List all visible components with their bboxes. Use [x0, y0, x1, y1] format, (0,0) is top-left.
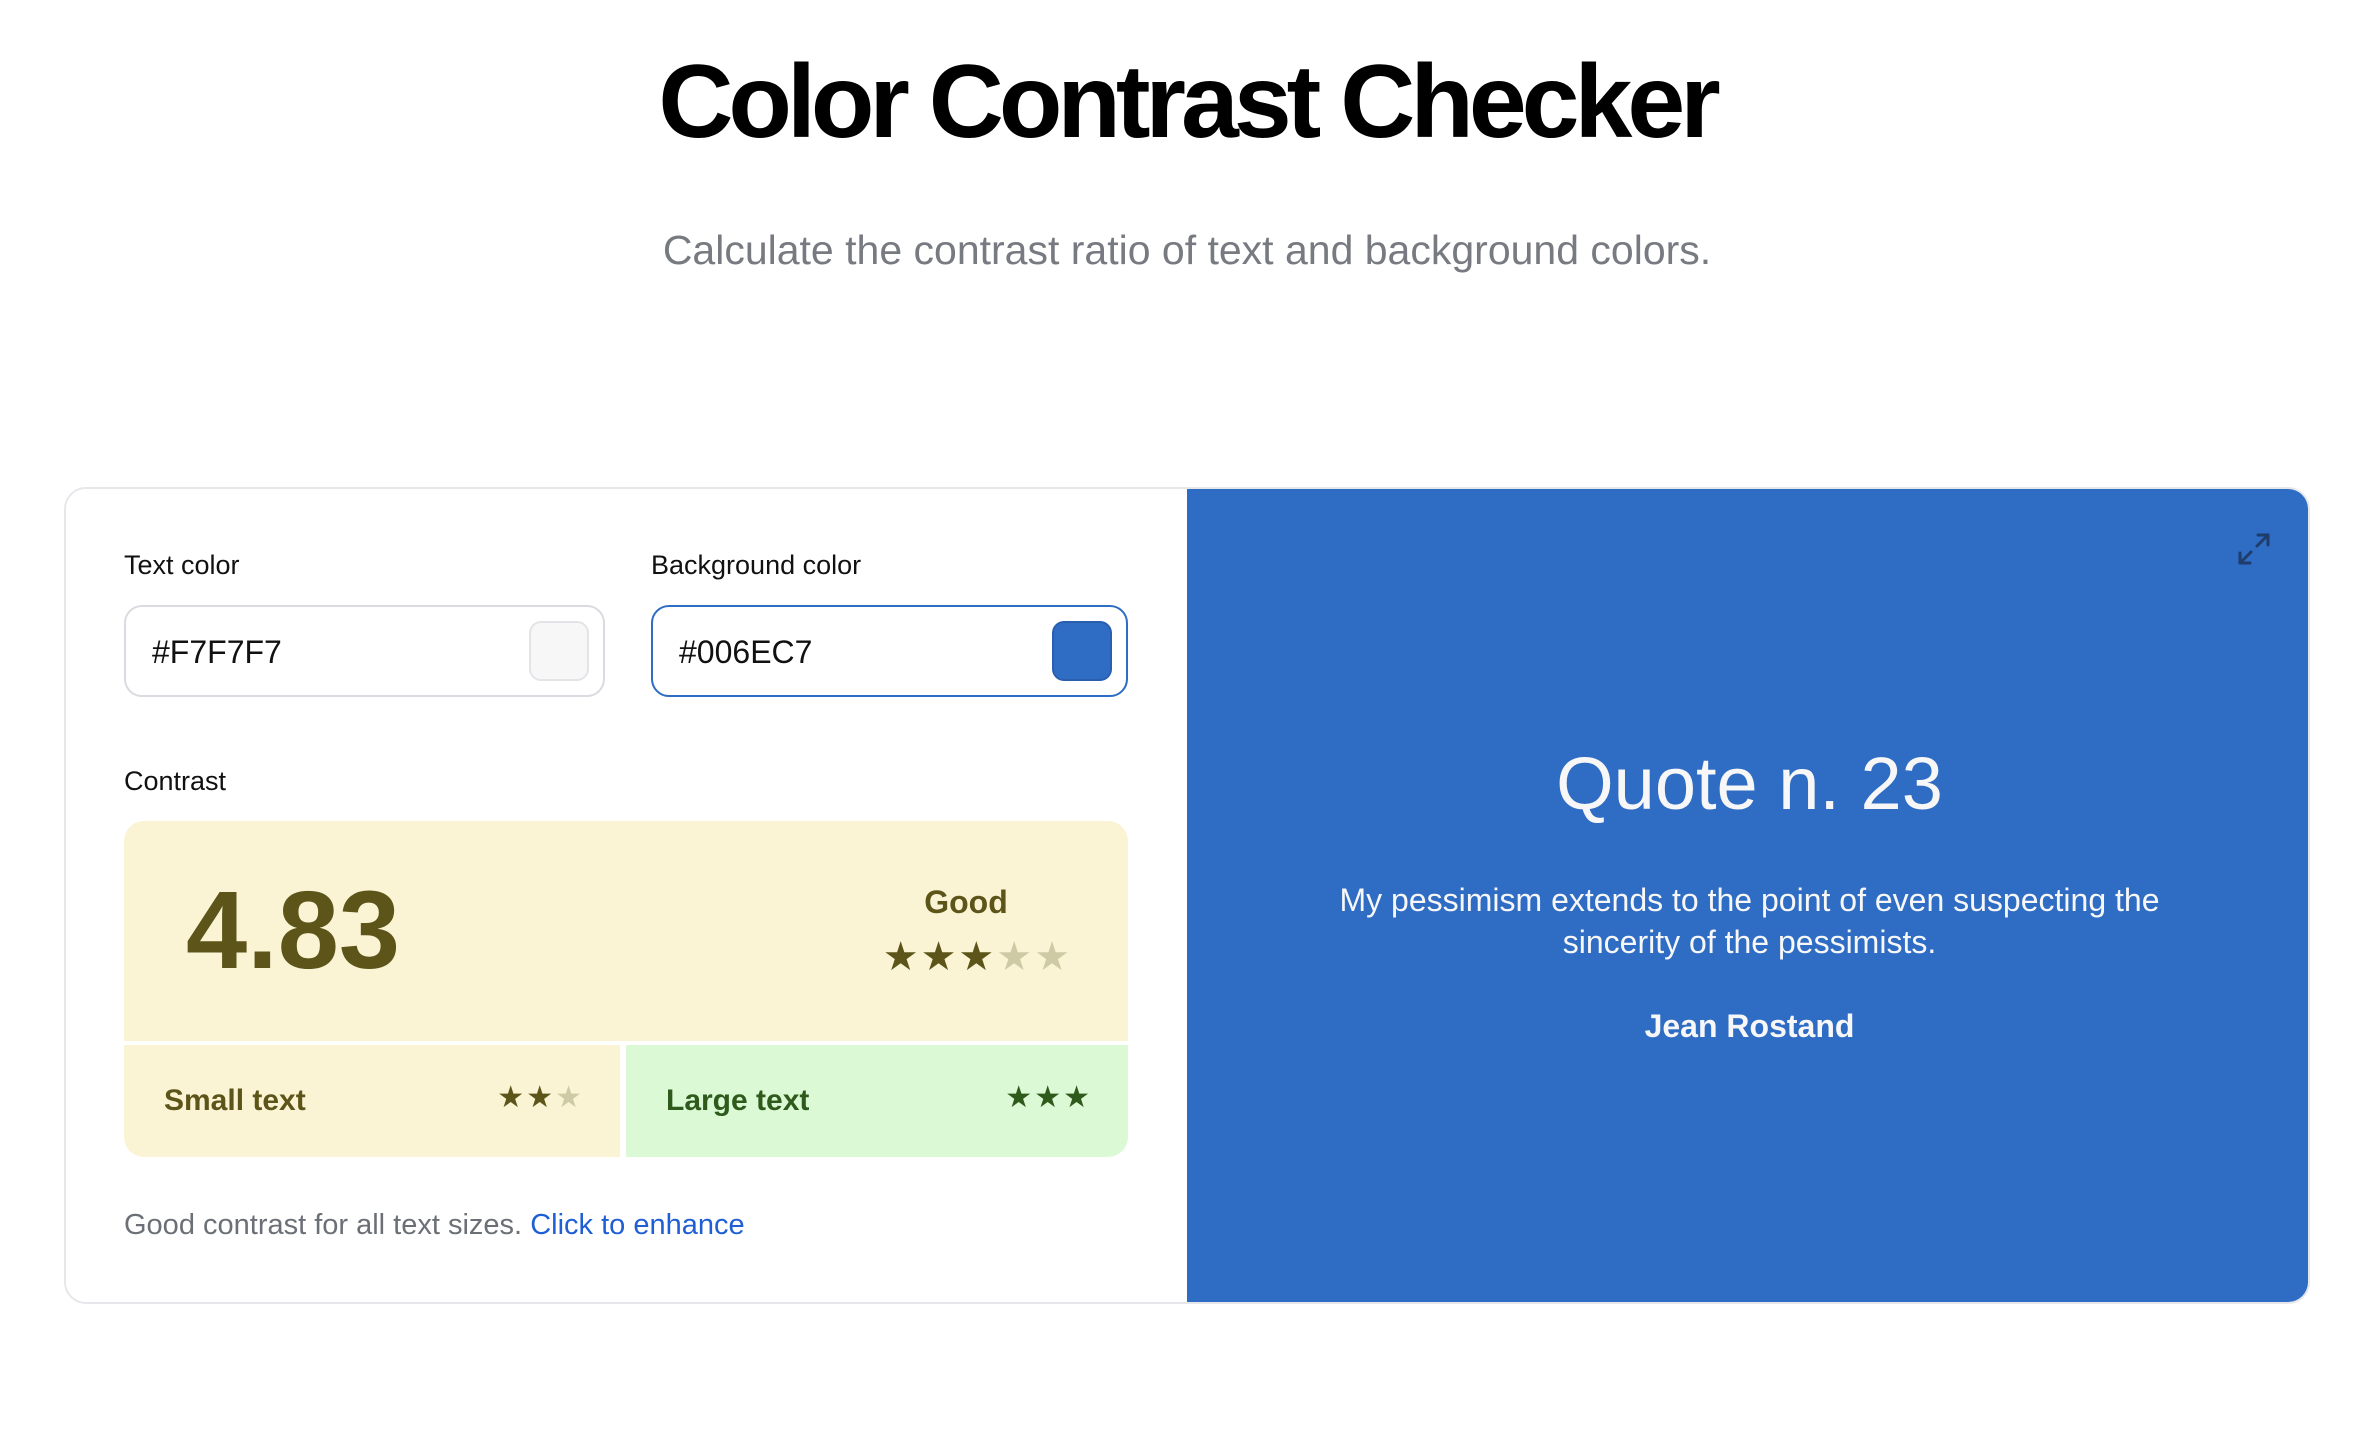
expand-icon[interactable] [2234, 529, 2274, 569]
contrast-score-box: 4.83 Good ★ ★ ★ ★ ★ [124, 821, 1128, 1041]
page-title: Color Contrast Checker [658, 44, 1720, 160]
small-text-label: Small text [164, 1084, 306, 1117]
text-color-label: Text color [124, 550, 240, 580]
star-filled-icon: ★ [1063, 1081, 1090, 1114]
contrast-hint: Good contrast for all text sizes. Click … [124, 1207, 745, 1243]
star-filled-icon: ★ [958, 935, 995, 979]
quote-text: My pessimism extends to the point of eve… [1339, 882, 2160, 960]
text-color-value[interactable]: #F7F7F7 [152, 633, 282, 671]
quote-title: Quote n. 23 [1556, 742, 1943, 825]
star-filled-icon: ★ [1005, 1081, 1033, 1114]
enhance-link[interactable]: Click to enhance [530, 1209, 744, 1241]
quote-author: Jean Rostand [1644, 1008, 1855, 1044]
small-text-rating: Small text ★ ★ ★ [124, 1045, 620, 1157]
background-color-field[interactable]: #006EC7 [651, 605, 1128, 697]
contrast-label: Contrast [124, 766, 227, 796]
large-text-rating: Large text ★ ★ ★ [626, 1045, 1128, 1157]
star-filled-icon: ★ [920, 935, 957, 979]
contrast-ratio: 4.83 [186, 869, 401, 992]
contrast-rating-stars: ★ ★ ★ ★ ★ [883, 937, 1070, 977]
page-subtitle: Calculate the contrast ratio of text and… [662, 227, 1712, 273]
hint-text: Good contrast for all text sizes. [124, 1209, 523, 1241]
preview-panel: Quote n. 23 My pessimism extends to the … [1187, 489, 2308, 1302]
background-color-label: Background color [651, 550, 862, 580]
large-text-stars: ★ ★ ★ [1005, 1083, 1090, 1113]
star-filled-icon: ★ [497, 1081, 525, 1114]
controls-panel: Text color #F7F7F7 Background color #006… [66, 489, 1187, 1302]
star-empty-icon: ★ [1034, 935, 1070, 979]
page: Color Contrast Checker Calculate the con… [0, 0, 2374, 1442]
text-color-swatch[interactable] [529, 621, 589, 681]
star-filled-icon: ★ [526, 1081, 554, 1114]
star-empty-icon: ★ [555, 1081, 582, 1114]
background-color-value[interactable]: #006EC7 [679, 633, 812, 671]
large-text-label: Large text [666, 1084, 810, 1117]
contrast-rating: Good [924, 884, 1008, 920]
star-filled-icon: ★ [1034, 1081, 1062, 1114]
star-filled-icon: ★ [882, 935, 919, 979]
small-text-stars: ★ ★ ★ [497, 1083, 582, 1113]
checker-card: Text color #F7F7F7 Background color #006… [64, 487, 2310, 1304]
star-empty-icon: ★ [996, 935, 1033, 979]
text-color-field[interactable]: #F7F7F7 [124, 605, 605, 697]
background-color-swatch[interactable] [1052, 621, 1112, 681]
